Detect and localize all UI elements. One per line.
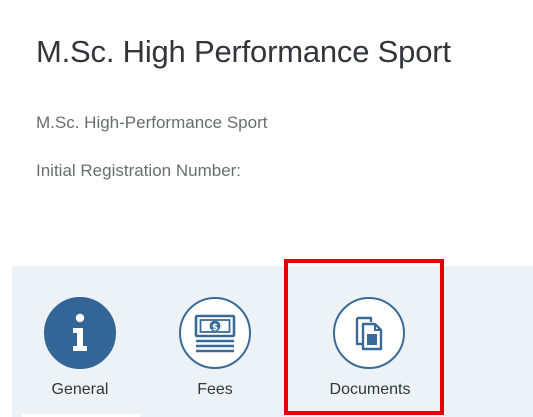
tab-documents-label: Documents bbox=[329, 381, 411, 398]
tab-documents[interactable]: Documents bbox=[295, 266, 445, 417]
documents-icon bbox=[333, 297, 405, 369]
left-margin bbox=[0, 0, 12, 417]
page: M.Sc. High Performance Sport M.Sc. High-… bbox=[0, 0, 533, 417]
icon-tab-bar: General $ Fees Documents bbox=[12, 266, 533, 417]
svg-text:$: $ bbox=[212, 323, 218, 333]
tab-fees[interactable]: $ Fees bbox=[165, 266, 265, 417]
tab-fees-label: Fees bbox=[197, 381, 233, 398]
registration-number-label: Initial Registration Number: bbox=[36, 161, 242, 180]
tab-general-label: General bbox=[51, 381, 109, 398]
info-icon bbox=[44, 297, 116, 369]
program-subtitle: M.Sc. High-Performance Sport bbox=[36, 113, 268, 132]
page-title: M.Sc. High Performance Sport bbox=[36, 34, 451, 69]
money-icon: $ bbox=[179, 297, 251, 369]
object-header: M.Sc. High Performance Sport M.Sc. High-… bbox=[12, 0, 533, 266]
tab-general[interactable]: General bbox=[30, 266, 130, 417]
